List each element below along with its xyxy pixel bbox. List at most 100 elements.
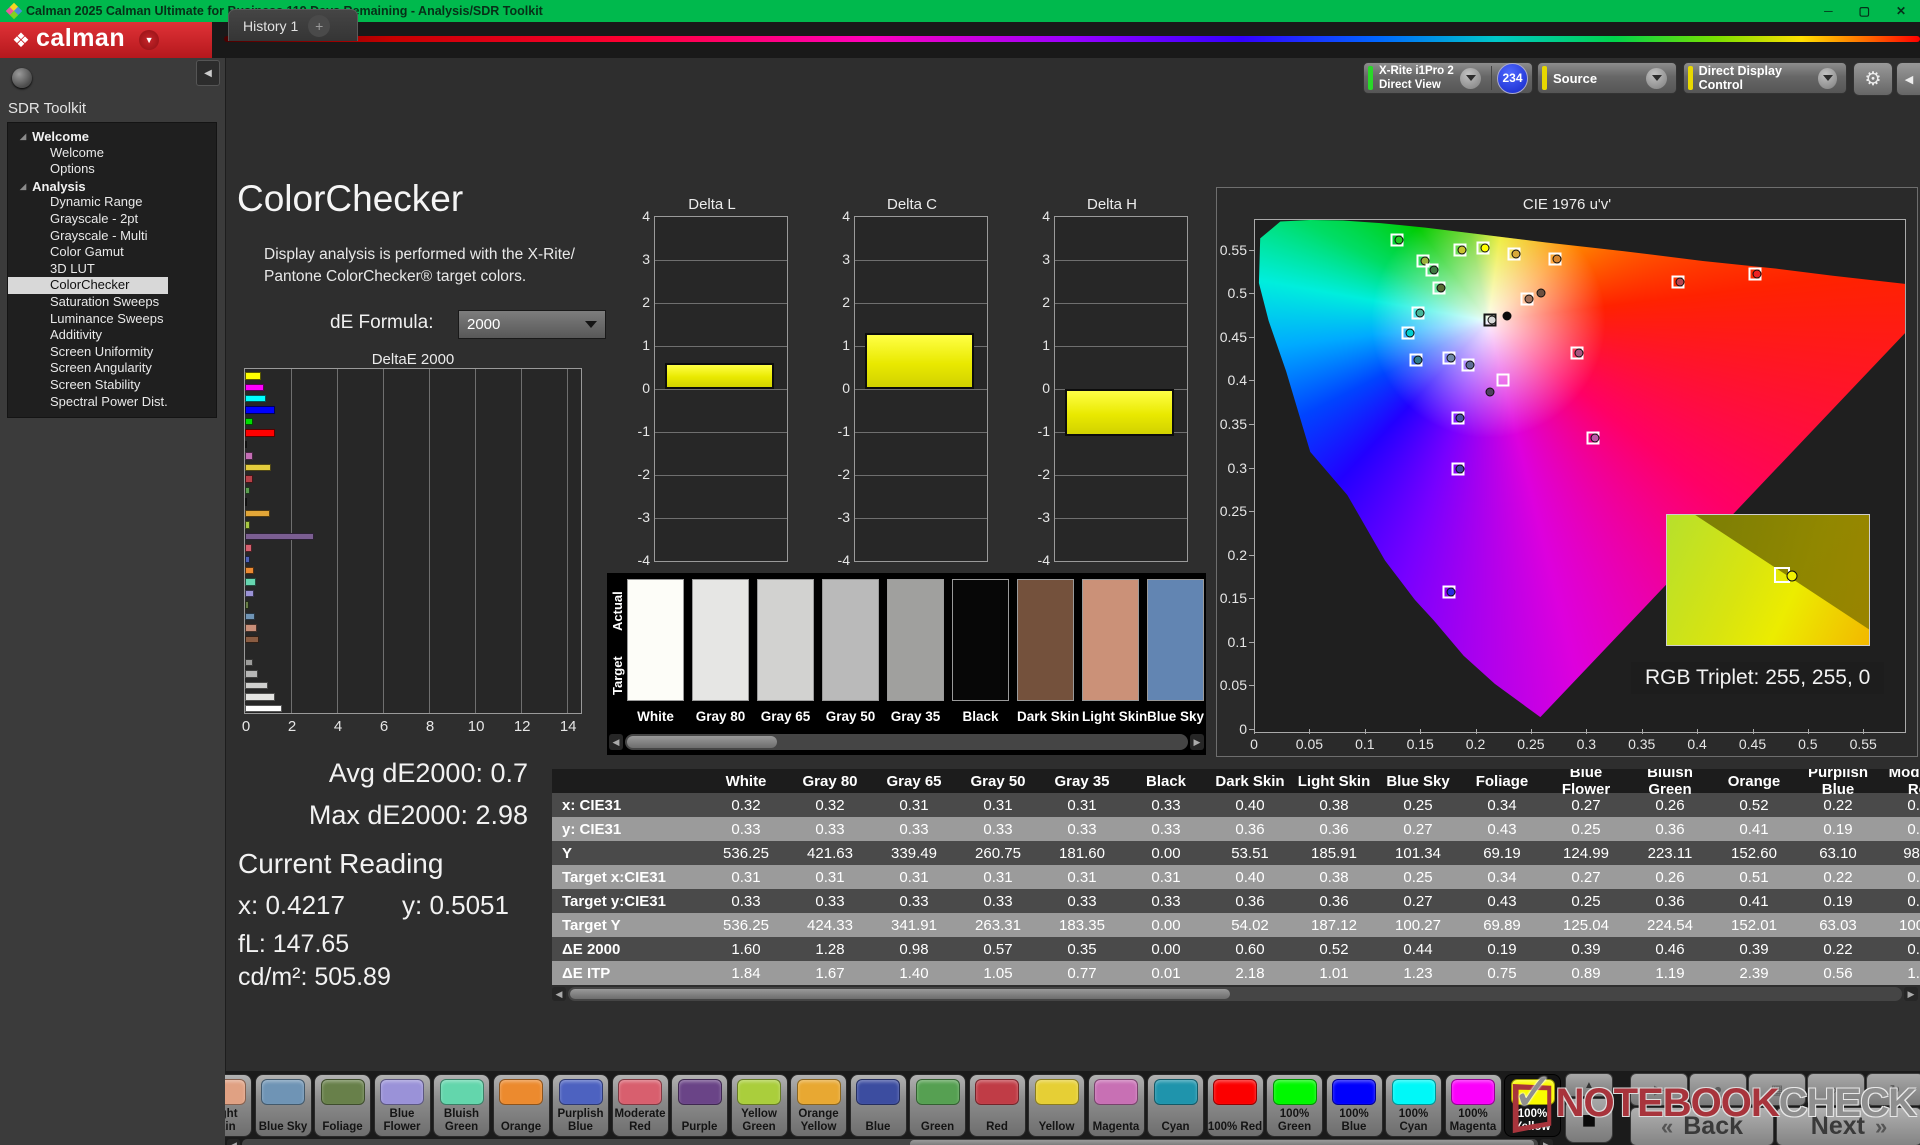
display-control-dropdown[interactable]: Direct Display Control <box>1683 62 1847 94</box>
deltae-bar-red <box>245 475 254 483</box>
table-scroll-left-icon[interactable]: ◀ <box>552 987 566 1001</box>
pattern-button-light-skin[interactable]: Light Skin <box>225 1074 252 1137</box>
pattern-button-100-cyan[interactable]: 100% Cyan <box>1385 1074 1442 1137</box>
calman-logo-button[interactable]: ❖ calman ▼ <box>0 22 212 58</box>
swatch-scroll-right-icon[interactable]: ▶ <box>1190 734 1204 750</box>
row-label: Target x:CIE31 <box>562 868 666 886</box>
minimize-button[interactable]: ─ <box>1824 4 1833 18</box>
swatch-gray-80 <box>692 579 749 701</box>
settings-gear-icon[interactable]: ⚙ <box>1853 62 1893 96</box>
expander-icon[interactable]: ◢ <box>20 182 26 191</box>
table-scroll-right-icon[interactable]: ▶ <box>1904 987 1918 1001</box>
x-tickmark <box>1807 729 1809 734</box>
logo-menu-chevron-icon[interactable]: ▼ <box>139 30 160 50</box>
pattern-button-cyan[interactable]: Cyan <box>1147 1074 1204 1137</box>
y-tickmark <box>1249 641 1254 643</box>
sidebar-item-grayscale-2pt[interactable]: Grayscale - 2pt <box>8 211 216 228</box>
sidebar-item-saturation-sweeps[interactable]: Saturation Sweeps <box>8 294 216 311</box>
sidebar-item-grayscale-multi[interactable]: Grayscale - Multi <box>8 228 216 245</box>
meter-count-badge[interactable]: 234 <box>1497 62 1528 94</box>
y-tick-1: 1 <box>642 337 650 353</box>
tree-group-analysis[interactable]: ◢ Analysis <box>8 178 216 195</box>
swatch-white <box>627 579 684 701</box>
sidebar-item-screen-angularity[interactable]: Screen Angularity <box>8 360 216 377</box>
cell-target-x-cie31-blue-sky: 0.25 <box>1403 868 1433 886</box>
pattern-button-purple[interactable]: Purple <box>671 1074 728 1137</box>
meter-dropdown[interactable]: X-Rite i1Pro 2 Direct View 234 <box>1363 62 1533 94</box>
pattern-button-100-red[interactable]: 100% Red <box>1206 1074 1264 1137</box>
sidebar-item-dynamic-range[interactable]: Dynamic Range <box>8 194 216 211</box>
sidebar-item-spectral-power-dist[interactable]: Spectral Power Dist. <box>8 394 216 411</box>
cell-target-x-cie31-bluish-green: 0.26 <box>1655 868 1685 886</box>
tab-history-1[interactable]: History 1 + <box>228 9 358 41</box>
panel-collapse-icon[interactable]: ◀ <box>1896 62 1920 96</box>
pattern-button-orange-yellow[interactable]: Orange Yellow <box>790 1074 847 1137</box>
expander-icon[interactable]: ◢ <box>20 132 26 141</box>
sidebar-item-screen-stability[interactable]: Screen Stability <box>8 377 216 394</box>
sidebar-item-screen-uniformity[interactable]: Screen Uniformity <box>8 344 216 361</box>
close-button[interactable]: ✕ <box>1896 4 1906 18</box>
pattern-button-100-magenta[interactable]: 100% Magenta <box>1444 1074 1502 1137</box>
de-formula-select[interactable]: 2000 <box>458 310 606 339</box>
pattern-button-blue-sky[interactable]: Blue Sky <box>254 1074 312 1137</box>
swatch-black <box>952 579 1009 701</box>
pattern-button-foliage[interactable]: Foliage <box>314 1074 371 1137</box>
pattern-button-100-blue[interactable]: 100% Blue <box>1325 1074 1383 1137</box>
sidebar-item-color-gamut[interactable]: Color Gamut <box>8 244 216 261</box>
swatch-scrollbar-thumb[interactable] <box>627 736 777 748</box>
add-tab-button[interactable]: + <box>308 14 331 37</box>
cie-measured-dot-22 <box>1590 433 1600 443</box>
pattern-button-red[interactable]: Red <box>968 1074 1026 1137</box>
pattern-button-yellow-green[interactable]: Yellow Green <box>730 1074 788 1137</box>
pattern-scrollbar-thumb[interactable] <box>910 1140 1534 1145</box>
pattern-button-moderate-red[interactable]: Moderate Red <box>611 1074 669 1137</box>
sidebar-item-colorchecker[interactable]: ColorChecker <box>8 277 168 294</box>
pattern-label: 100% Green <box>1277 1108 1312 1133</box>
pattern-button-purplish-blue[interactable]: Purplish Blue <box>552 1074 609 1137</box>
pattern-button-magenta[interactable]: Magenta <box>1087 1074 1145 1137</box>
pattern-button-green[interactable]: Green <box>909 1074 966 1137</box>
pattern-swatch <box>975 1079 1019 1105</box>
cell-target-y-bluish-green: 224.54 <box>1647 916 1693 934</box>
sidebar-item-3d-lut[interactable]: 3D LUT <box>8 261 216 278</box>
column-header-purplish-blue: Purplish Blue <box>1807 769 1868 798</box>
sidebar-round-button[interactable] <box>12 68 32 88</box>
swatch-scrollbar[interactable] <box>625 734 1188 750</box>
source-dropdown[interactable]: Source <box>1537 62 1677 94</box>
sidebar-item-luminance-sweeps[interactable]: Luminance Sweeps <box>8 311 216 328</box>
gridline <box>655 260 787 261</box>
pattern-label: Light Skin <box>225 1108 238 1133</box>
swatch-scroll-left-icon[interactable]: ◀ <box>609 734 623 750</box>
cell-y-blue-sky: 101.34 <box>1395 844 1441 862</box>
y-tick--2: -2 <box>637 466 650 482</box>
pattern-scroll-left-icon[interactable]: ◀ <box>227 1139 240 1145</box>
cell-e-2000-blue-sky: 0.44 <box>1403 940 1433 958</box>
tree-group-welcome[interactable]: ◢ Welcome <box>8 128 216 145</box>
cie-y-tick-0.3: 0.3 <box>1227 459 1247 476</box>
pattern-button-blue-flower[interactable]: Blue Flower <box>373 1074 431 1137</box>
source-chevron-down-icon[interactable] <box>1646 67 1667 89</box>
meter-chevron-down-icon[interactable] <box>1460 67 1481 89</box>
table-scrollbar[interactable] <box>568 987 1902 1001</box>
pattern-scrollbar[interactable] <box>242 1139 1538 1145</box>
cie-y-tick-0.05: 0.05 <box>1219 677 1247 694</box>
x-tickmark <box>1475 729 1477 734</box>
cell-e-itp-blue-flower: 0.89 <box>1571 964 1601 982</box>
sidebar-item-options[interactable]: Options <box>8 161 216 178</box>
display-control-chevron-down-icon[interactable] <box>1818 67 1838 89</box>
pattern-button-100-green[interactable]: 100% Green <box>1266 1074 1323 1137</box>
cell-e-itp-gray-65: 1.40 <box>899 964 929 982</box>
pattern-button-blue[interactable]: Blue <box>849 1074 907 1137</box>
pattern-button-yellow[interactable]: Yellow <box>1028 1074 1085 1137</box>
maximize-button[interactable]: ▢ <box>1859 4 1870 18</box>
table-scrollbar-thumb[interactable] <box>570 989 1230 999</box>
pattern-button-bluish-green[interactable]: Bluish Green <box>433 1074 490 1137</box>
sidebar-collapse-icon[interactable]: ◀ <box>196 60 220 86</box>
sidebar-item-additivity[interactable]: Additivity <box>8 327 216 344</box>
sidebar-item-welcome[interactable]: Welcome <box>8 145 216 162</box>
pattern-button-orange[interactable]: Orange <box>492 1074 550 1137</box>
cell-x-cie31-black: 0.33 <box>1151 796 1181 814</box>
pattern-scroll-right-icon[interactable]: ▶ <box>1540 1139 1553 1145</box>
y-tickmark <box>1249 511 1254 513</box>
pattern-swatch <box>499 1079 543 1105</box>
